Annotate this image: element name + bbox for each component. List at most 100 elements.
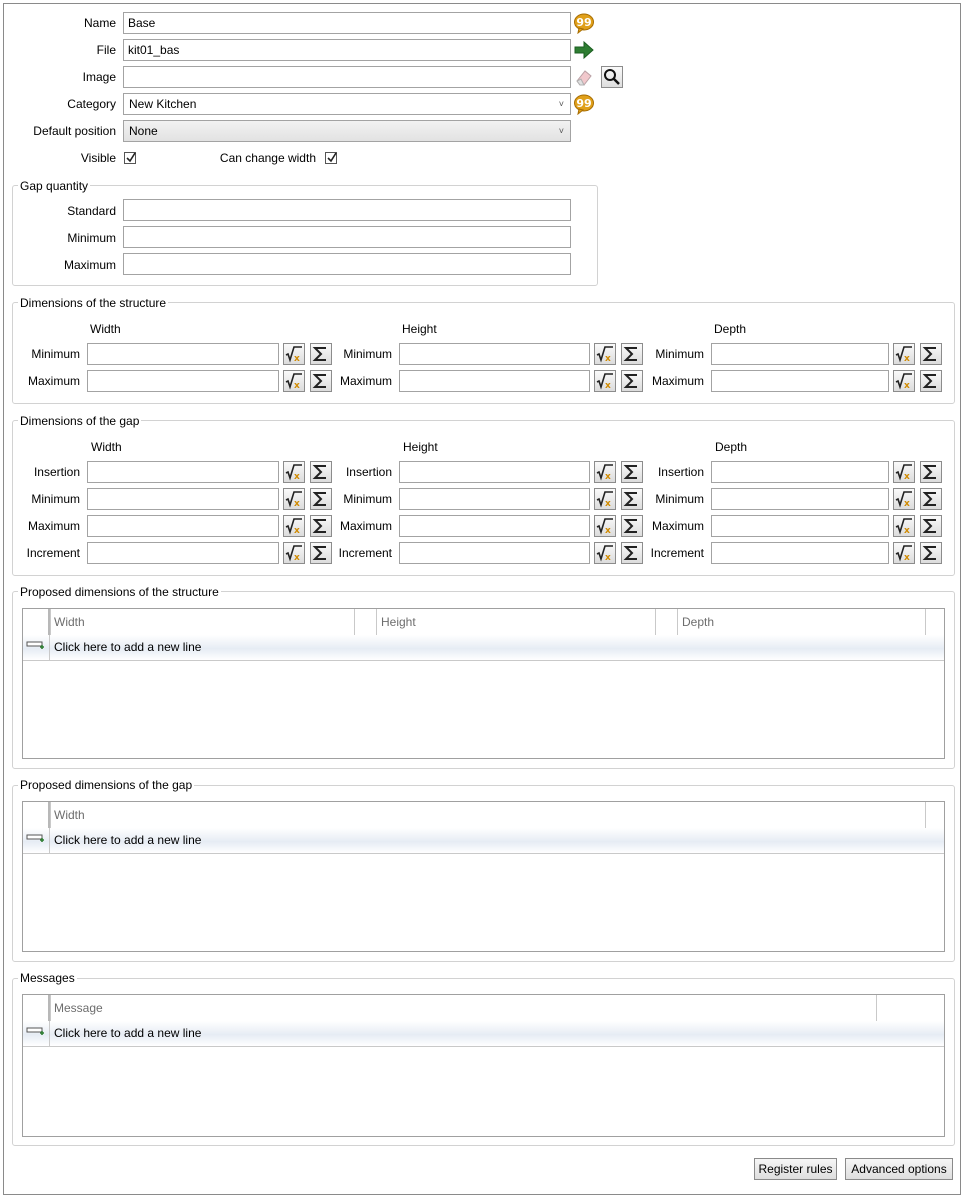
add-new-line-row[interactable]: Click here to add a new line	[23, 828, 944, 854]
sigma-sum-icon	[922, 546, 936, 560]
gap-height-increment-formula-button[interactable]: x	[594, 542, 616, 564]
gap-width-maximum-sum-button[interactable]	[310, 515, 332, 537]
add-new-line-row[interactable]: Click here to add a new line	[23, 635, 944, 661]
add-new-line-text: Click here to add a new line	[54, 1026, 202, 1040]
formula-sqrt-x-icon: x	[895, 464, 912, 482]
column-header-depth[interactable]: Depth	[677, 609, 925, 635]
row-selector	[23, 635, 50, 660]
structure-depth-minimum-field[interactable]	[711, 343, 889, 365]
structure-height-minimum-formula-button[interactable]: x	[594, 343, 616, 365]
gap-height-maximum-sum-button[interactable]	[621, 515, 643, 537]
column-header-spacer	[925, 609, 944, 635]
structure-width-maximum-formula-button[interactable]: x	[283, 370, 305, 392]
structure-depth-maximum-field[interactable]	[711, 370, 889, 392]
sigma-sum-icon	[922, 492, 936, 506]
gap-width-insertion-sum-button[interactable]	[310, 461, 332, 483]
gap-width-insertion-field[interactable]	[87, 461, 279, 483]
gap-standard-field[interactable]	[123, 199, 571, 221]
svg-text:x: x	[605, 526, 611, 536]
gap-depth-maximum-formula-button[interactable]: x	[893, 515, 915, 537]
structure-height-maximum-formula-button[interactable]: x	[594, 370, 616, 392]
gap-maximum-field[interactable]	[123, 253, 571, 275]
advanced-options-button[interactable]: Advanced options	[845, 1158, 953, 1180]
gap-depth-increment-field[interactable]	[711, 542, 889, 564]
structure-height-maximum-sum-button[interactable]	[621, 370, 643, 392]
gap-width-increment-formula-button[interactable]: x	[283, 542, 305, 564]
gap-height-increment-field[interactable]	[399, 542, 590, 564]
svg-text:x: x	[904, 499, 910, 509]
gap-width-insertion-label: Insertion	[33, 465, 80, 479]
can-change-width-checkbox[interactable]	[325, 152, 337, 164]
sigma-sum-icon	[623, 519, 637, 533]
open-file-button[interactable]	[573, 39, 595, 61]
structure-height-maximum-field[interactable]	[399, 370, 590, 392]
structure-height-minimum-field[interactable]	[399, 343, 590, 365]
column-header-height[interactable]: Height	[376, 609, 655, 635]
structure-width-minimum-formula-button[interactable]: x	[283, 343, 305, 365]
category-combo[interactable]: New Kitchen ˅	[123, 93, 571, 115]
structure-depth-maximum-sum-button[interactable]	[920, 370, 942, 392]
formula-sqrt-x-icon: x	[596, 464, 613, 482]
translate-name-button[interactable]: 99	[573, 12, 595, 34]
gap-height-maximum-field[interactable]	[399, 515, 590, 537]
gap-depth-increment-sum-button[interactable]	[920, 542, 942, 564]
structure-depth-minimum-sum-button[interactable]	[920, 343, 942, 365]
structure-height-maximum-label: Maximum	[339, 374, 392, 388]
structure-depth-minimum-formula-button[interactable]: x	[893, 343, 915, 365]
sigma-sum-icon	[623, 374, 637, 388]
gap-depth-insertion-field[interactable]	[711, 461, 889, 483]
gap-depth-increment-formula-button[interactable]: x	[893, 542, 915, 564]
structure-height-minimum-sum-button[interactable]	[621, 343, 643, 365]
image-field[interactable]	[123, 66, 571, 88]
gap-depth-minimum-sum-button[interactable]	[920, 488, 942, 510]
gap-width-maximum-formula-button[interactable]: x	[283, 515, 305, 537]
gap-height-maximum-formula-button[interactable]: x	[594, 515, 616, 537]
gap-depth-minimum-formula-button[interactable]: x	[893, 488, 915, 510]
structure-width-maximum-sum-button[interactable]	[310, 370, 332, 392]
gap-depth-insertion-sum-button[interactable]	[920, 461, 942, 483]
svg-text:x: x	[904, 354, 910, 364]
svg-text:x: x	[294, 472, 300, 482]
gap-width-minimum-sum-button[interactable]	[310, 488, 332, 510]
gap-height-minimum-field[interactable]	[399, 488, 590, 510]
gap-minimum-field[interactable]	[123, 226, 571, 248]
gap-height-minimum-sum-button[interactable]	[621, 488, 643, 510]
name-field[interactable]: Base	[123, 12, 571, 34]
structure-depth-minimum-label: Minimum	[655, 347, 704, 361]
column-header-width[interactable]: Width	[50, 609, 354, 635]
name-label: Name	[83, 16, 116, 30]
svg-text:x: x	[294, 354, 300, 364]
gap-height-insertion-sum-button[interactable]	[621, 461, 643, 483]
gap-width-insertion-formula-button[interactable]: x	[283, 461, 305, 483]
translate-category-button[interactable]: 99	[573, 93, 595, 115]
gap-height-minimum-formula-button[interactable]: x	[594, 488, 616, 510]
default-position-combo[interactable]: None ˅	[123, 120, 571, 142]
gap-depth-insertion-formula-button[interactable]: x	[893, 461, 915, 483]
structure-depth-maximum-formula-button[interactable]: x	[893, 370, 915, 392]
gap-width-increment-field[interactable]	[87, 542, 279, 564]
add-new-line-row[interactable]: Click here to add a new line	[23, 1021, 944, 1047]
structure-width-minimum-sum-button[interactable]	[310, 343, 332, 365]
gap-height-insertion-formula-button[interactable]: x	[594, 461, 616, 483]
gap-width-increment-sum-button[interactable]	[310, 542, 332, 564]
structure-width-maximum-field[interactable]	[87, 370, 279, 392]
file-field[interactable]: kit01_bas	[123, 39, 571, 61]
formula-sqrt-x-icon: x	[895, 373, 912, 391]
structure-width-minimum-field[interactable]	[87, 343, 279, 365]
browse-image-button[interactable]	[601, 66, 623, 88]
gap-height-insertion-field[interactable]	[399, 461, 590, 483]
register-rules-button[interactable]: Register rules	[754, 1158, 837, 1180]
gap-width-minimum-field[interactable]	[87, 488, 279, 510]
gap-width-minimum-formula-button[interactable]: x	[283, 488, 305, 510]
gap-width-maximum-field[interactable]	[87, 515, 279, 537]
formula-sqrt-x-icon: x	[895, 491, 912, 509]
gap-depth-minimum-field[interactable]	[711, 488, 889, 510]
column-header-message[interactable]: Message	[50, 995, 876, 1021]
visible-checkbox[interactable]	[124, 152, 136, 164]
clear-image-button[interactable]	[573, 66, 595, 88]
formula-sqrt-x-icon: x	[895, 518, 912, 536]
gap-depth-maximum-field[interactable]	[711, 515, 889, 537]
gap-depth-maximum-sum-button[interactable]	[920, 515, 942, 537]
gap-height-increment-sum-button[interactable]	[621, 542, 643, 564]
column-header-width[interactable]: Width	[50, 802, 925, 828]
